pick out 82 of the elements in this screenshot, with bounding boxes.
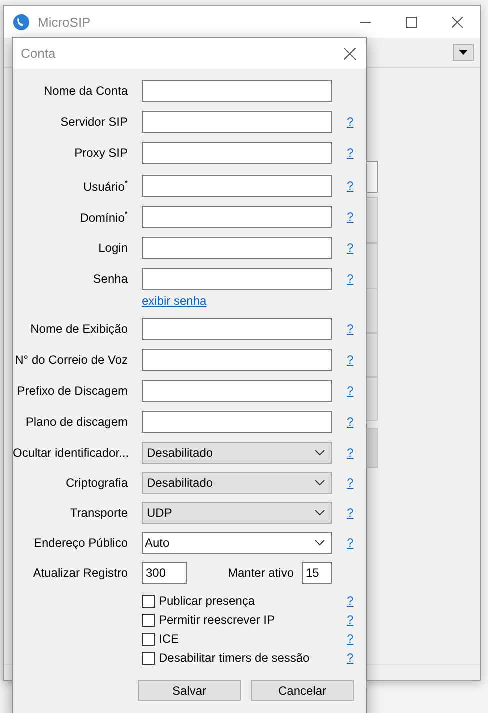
input-field[interactable]: 300 bbox=[142, 562, 187, 584]
help-link[interactable]: ? bbox=[347, 651, 354, 665]
help-link[interactable]: ? bbox=[347, 476, 354, 490]
phone-logo-icon bbox=[13, 14, 30, 30]
field-label: Nome da Conta bbox=[42, 84, 128, 98]
close-icon[interactable] bbox=[452, 16, 462, 28]
side-button[interactable] bbox=[366, 333, 378, 377]
checkbox[interactable] bbox=[142, 652, 155, 664]
side-button[interactable] bbox=[366, 377, 378, 421]
field-label: Proxy SIP bbox=[74, 146, 128, 160]
field-label: Domínio$^{*}$ bbox=[79, 210, 128, 224]
chevron-icon bbox=[315, 480, 325, 486]
field-label: Nome de Exibição bbox=[30, 322, 128, 336]
side-button[interactable] bbox=[366, 288, 378, 333]
field-label: N° do Correio de Voz bbox=[14, 353, 128, 367]
window-title: MicroSIP bbox=[38, 14, 91, 30]
help-link[interactable]: ? bbox=[347, 536, 354, 550]
help-link[interactable]: ? bbox=[347, 632, 354, 646]
checkbox-label: Desabilitar timers de sessão bbox=[159, 651, 310, 665]
field-label: Plano de discagem bbox=[24, 415, 128, 429]
help-link[interactable]: ? bbox=[347, 384, 354, 398]
dropdown[interactable]: UDP bbox=[142, 502, 332, 524]
checkbox[interactable] bbox=[142, 632, 155, 646]
input-field[interactable] bbox=[142, 380, 332, 402]
help-link[interactable]: ? bbox=[347, 446, 354, 460]
help-link[interactable]: ? bbox=[347, 210, 354, 224]
input-field[interactable] bbox=[142, 318, 332, 340]
field-label: Senha bbox=[92, 272, 128, 286]
close-icon[interactable] bbox=[344, 48, 356, 60]
help-link[interactable]: ? bbox=[347, 506, 354, 520]
field-label: Transporte bbox=[69, 506, 128, 520]
input-field[interactable] bbox=[142, 206, 332, 228]
help-link[interactable]: ? bbox=[347, 272, 354, 286]
field-label: Usuário$^{*}$ bbox=[82, 178, 128, 194]
input-field[interactable] bbox=[142, 349, 332, 371]
field-label: Atualizar Registro bbox=[32, 566, 128, 580]
side-button[interactable] bbox=[366, 197, 378, 243]
side-button[interactable] bbox=[366, 428, 378, 468]
input-field[interactable]: 15 bbox=[302, 562, 332, 584]
combo-box[interactable]: Auto bbox=[142, 532, 332, 554]
input-field[interactable] bbox=[142, 237, 332, 259]
help-link[interactable]: ? bbox=[347, 241, 354, 255]
dropdown-button[interactable] bbox=[453, 44, 474, 61]
checkbox[interactable] bbox=[142, 614, 155, 626]
checkbox-label: Publicar presença bbox=[159, 594, 256, 608]
input-field[interactable] bbox=[142, 142, 332, 164]
input-field[interactable] bbox=[142, 268, 332, 290]
help-link[interactable]: ? bbox=[347, 353, 354, 367]
dropdown[interactable]: Desabilitado bbox=[142, 442, 332, 464]
input-field[interactable] bbox=[142, 111, 332, 133]
side-button[interactable] bbox=[366, 243, 378, 289]
cancel-button[interactable]: Cancelar bbox=[251, 680, 354, 701]
checkbox[interactable] bbox=[142, 594, 155, 608]
field-label: Prefixo de Discagem bbox=[16, 384, 128, 398]
caret-icon bbox=[459, 50, 468, 55]
field-label: Criptografia bbox=[64, 476, 128, 490]
chevron-icon bbox=[315, 510, 325, 516]
help-link[interactable]: ? bbox=[347, 146, 354, 160]
field-label: Ocultar identificador... bbox=[13, 446, 128, 460]
dropdown[interactable]: Desabilitado bbox=[142, 472, 332, 494]
checkbox-label: ICE bbox=[159, 632, 180, 646]
field-label: Login bbox=[98, 241, 128, 255]
input-field[interactable] bbox=[142, 175, 332, 197]
maximize-icon[interactable] bbox=[406, 16, 416, 28]
chevron-icon bbox=[315, 450, 325, 456]
help-link[interactable]: ? bbox=[347, 115, 354, 129]
combo-box[interactable] bbox=[366, 161, 378, 193]
checkbox-label: Permitir reescrever IP bbox=[159, 613, 276, 627]
help-link[interactable]: ? bbox=[347, 415, 354, 429]
field-label: Manter ativo bbox=[228, 566, 294, 580]
help-link[interactable]: ? bbox=[347, 179, 354, 193]
help-link[interactable]: ? bbox=[347, 594, 354, 608]
field-label: Servidor SIP bbox=[60, 115, 128, 129]
show-password-link[interactable]: exibir senha bbox=[142, 294, 207, 308]
field-label: Endereço Público bbox=[32, 536, 128, 550]
help-link[interactable]: ? bbox=[347, 322, 354, 336]
input-field[interactable] bbox=[142, 80, 332, 102]
input-field[interactable] bbox=[142, 411, 332, 433]
help-link[interactable]: ? bbox=[347, 613, 354, 627]
chevron-icon bbox=[315, 540, 325, 546]
save-button[interactable]: Salvar bbox=[138, 680, 241, 701]
dialog-title: Conta bbox=[21, 46, 56, 61]
